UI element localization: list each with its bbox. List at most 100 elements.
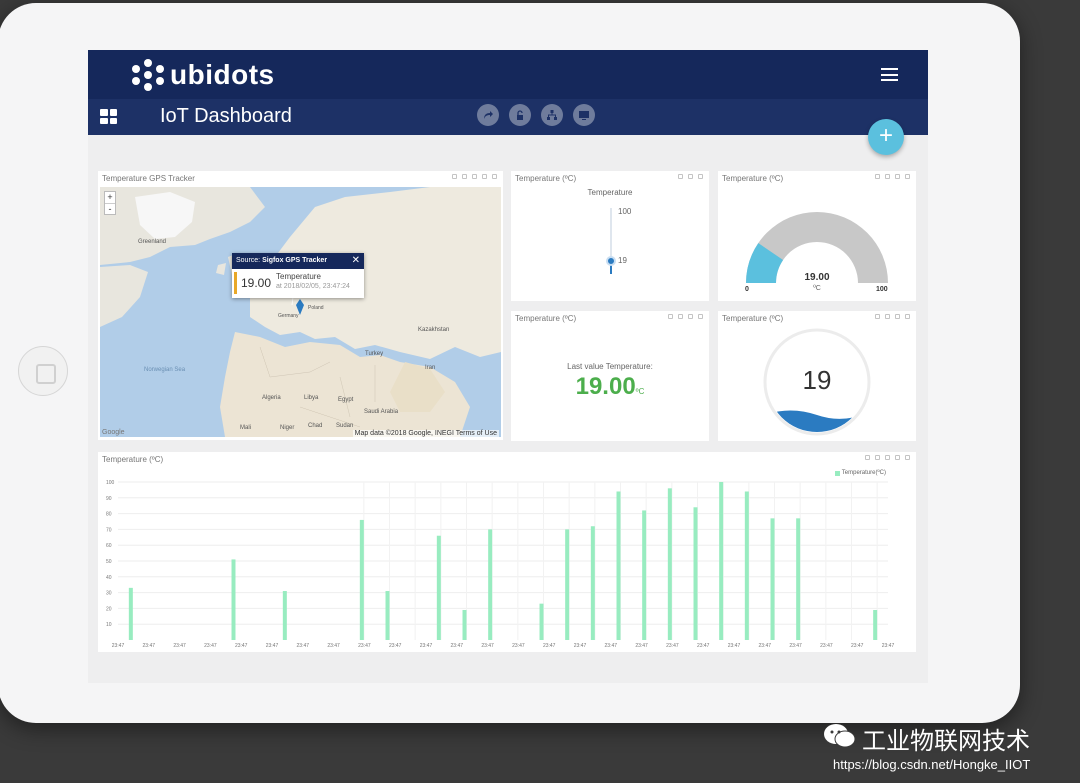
- x-tick-label: 23:47: [173, 643, 186, 649]
- widget-controls: [678, 174, 703, 179]
- bar: [770, 518, 775, 640]
- bar: [462, 609, 467, 640]
- ubidots-logo[interactable]: ubidots: [132, 59, 275, 91]
- share-icon[interactable]: [678, 314, 683, 319]
- y-tick-label: 90: [106, 496, 112, 502]
- map-label: Chad: [308, 423, 323, 429]
- logo-text: ubidots: [170, 59, 275, 90]
- thermometer-knob: [606, 256, 616, 267]
- bar: [616, 491, 621, 640]
- x-tick-label: 23:47: [666, 643, 679, 649]
- gear-icon[interactable]: [452, 174, 457, 179]
- map-label: Egypt: [338, 397, 354, 403]
- edit-icon[interactable]: [668, 314, 673, 319]
- close-icon[interactable]: ✕: [352, 253, 360, 269]
- bar-chart-widget: Temperature (ºC) Temperature(ºC) 10 20 30 4…: [98, 452, 916, 652]
- tablet-frame: ubidots IoT Dashboard + Temperature GPS …: [0, 3, 1020, 723]
- home-button[interactable]: [18, 346, 68, 396]
- expand-icon[interactable]: [462, 174, 467, 179]
- bar: [565, 529, 570, 640]
- y-tick-label: 40: [106, 575, 112, 581]
- zoom-out-button[interactable]: -: [105, 203, 115, 214]
- popup-timestamp: at 2018/02/05, 23:47:24: [276, 283, 350, 290]
- last-value-caption: Last value Temperature:: [567, 362, 653, 371]
- map-label: Germany: [278, 313, 299, 319]
- zoom-in-button[interactable]: +: [105, 192, 115, 203]
- thermometer-max: 100: [618, 207, 632, 216]
- gps-map-widget: Temperature GPS Tracker + - Greenland No…: [98, 171, 503, 440]
- last-value-unit: ºC: [635, 387, 645, 396]
- bar-chart: 10 20 30 40 50 60 70 80 90 100 23:47 23:47 23:47 23:4…: [106, 480, 895, 649]
- x-tick-label: 23:47: [235, 643, 248, 649]
- widget-title: Temperature (ºC): [515, 314, 577, 323]
- bar: [744, 491, 749, 640]
- x-tick-label: 23:47: [882, 643, 895, 649]
- edit-icon[interactable]: [678, 174, 683, 179]
- map-label: Libya: [304, 395, 319, 401]
- logo-dots-icon: [132, 59, 164, 91]
- map-label: Turkey: [365, 351, 384, 357]
- dashboard-title: IoT Dashboard: [160, 105, 292, 127]
- thermometer-widget: Temperature (ºC) Temperature 100 19: [511, 171, 709, 301]
- x-tick-label: 23:47: [789, 643, 802, 649]
- x-tick-label: 23:47: [143, 643, 156, 649]
- tank-widget: Temperature (ºC) 19: [718, 311, 916, 441]
- map-zoom-controls: + -: [104, 191, 116, 215]
- x-tick-label: 23:47: [266, 643, 279, 649]
- x-tick-label: 23:47: [512, 643, 525, 649]
- share-icon[interactable]: [482, 174, 487, 179]
- popup-source-name: Sigfox GPS Tracker: [262, 257, 328, 264]
- y-tick-label: 60: [106, 543, 112, 549]
- edit-icon[interactable]: [472, 174, 477, 179]
- share-icon[interactable]: [477, 104, 499, 126]
- monitor-icon[interactable]: [573, 104, 595, 126]
- dashboards-grid-icon[interactable]: [100, 109, 117, 124]
- x-tick-label: 23:47: [451, 643, 464, 649]
- bar: [873, 609, 878, 640]
- bar: [128, 587, 133, 640]
- tank-value: 19: [802, 365, 832, 395]
- widget-title: Temperature GPS Tracker: [102, 174, 195, 183]
- gauge-widget: Temperature (ºC) 19.00 ºC 0 100: [718, 171, 916, 301]
- hamburger-menu-icon[interactable]: [881, 68, 898, 81]
- bar: [590, 526, 595, 640]
- widget-controls: [668, 314, 703, 319]
- popup-header: Source: Sigfox GPS Tracker ✕: [232, 253, 364, 269]
- bar: [231, 559, 236, 640]
- trash-icon[interactable]: [698, 314, 703, 319]
- x-tick-label: 23:47: [389, 643, 402, 649]
- gear-icon[interactable]: [688, 174, 693, 179]
- bar: [667, 488, 672, 640]
- google-logo: Google: [102, 429, 125, 436]
- x-tick-label: 23:47: [759, 643, 772, 649]
- y-tick-label: 70: [106, 527, 112, 533]
- watermark-title: 工业物联网技术: [862, 727, 1030, 755]
- hierarchy-icon[interactable]: [541, 104, 563, 126]
- x-tick-label: 23:47: [697, 643, 710, 649]
- bar: [693, 507, 698, 640]
- bar: [359, 519, 364, 640]
- map-label: Greenland: [138, 239, 167, 245]
- thermometer-value: 19: [618, 256, 627, 266]
- map-label: Norwegian Sea: [144, 367, 186, 373]
- bar: [796, 518, 801, 640]
- x-tick-label: 23:47: [728, 643, 741, 649]
- world-map[interactable]: + - Greenland Norwegian Sea Kazakhstan G…: [100, 187, 501, 437]
- trash-icon[interactable]: [698, 174, 703, 179]
- y-tick-label: 10: [106, 622, 112, 628]
- add-widget-button[interactable]: +: [868, 119, 904, 155]
- map-info-popup: Source: Sigfox GPS Tracker ✕ 19.00 Tempe…: [232, 253, 364, 298]
- trash-icon[interactable]: [492, 174, 497, 179]
- popup-source-prefix: Source:: [236, 257, 263, 264]
- map-label: Kazakhstan: [418, 327, 450, 333]
- x-tick-label: 23:47: [358, 643, 371, 649]
- last-value-number: 19.00: [575, 373, 636, 400]
- gear-icon[interactable]: [688, 314, 693, 319]
- bar: [436, 535, 441, 640]
- map-attribution[interactable]: Map data ©2018 Google, INEGI Terms of Us…: [352, 430, 499, 437]
- x-tick-label: 23:47: [420, 643, 433, 649]
- lock-icon[interactable]: [509, 104, 531, 126]
- bar: [488, 529, 493, 640]
- map-label: Niger: [280, 425, 295, 431]
- map-label: Iran: [425, 365, 436, 371]
